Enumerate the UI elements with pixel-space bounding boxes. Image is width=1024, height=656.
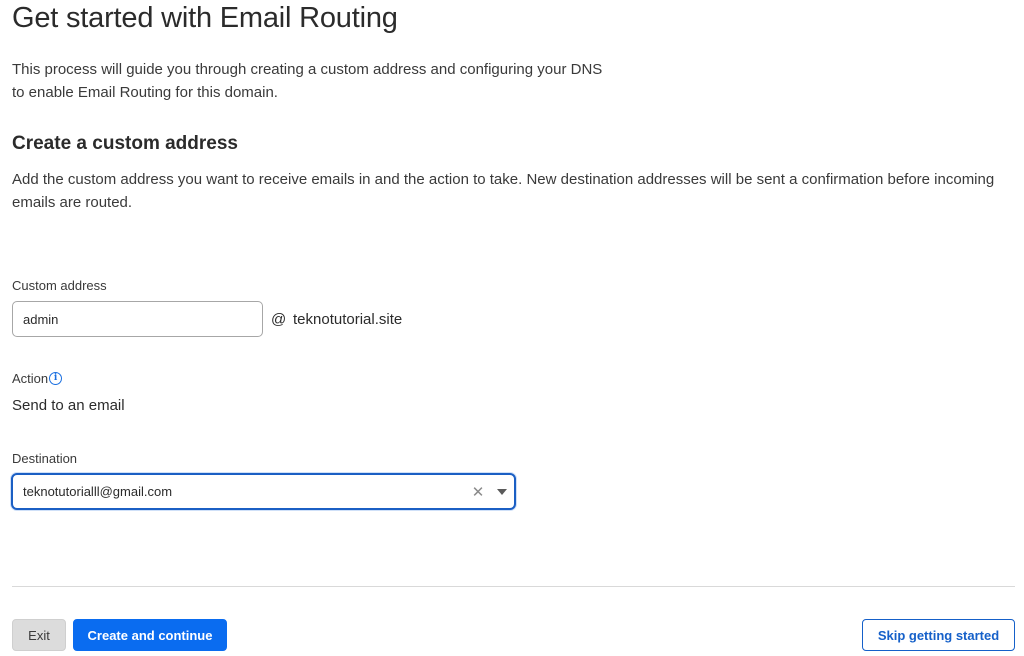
caret-down-icon[interactable] xyxy=(490,475,514,508)
action-label: Action xyxy=(12,371,49,386)
intro-text: This process will guide you through crea… xyxy=(12,58,712,104)
at-sign: @ xyxy=(271,311,287,328)
exit-button[interactable]: Exit xyxy=(12,619,66,651)
close-icon[interactable]: ✕ xyxy=(466,475,490,508)
destination-select[interactable]: teknotutorialll@gmail.com ✕ xyxy=(11,473,516,510)
section-heading: Create a custom address xyxy=(12,133,238,154)
info-icon[interactable]: i xyxy=(49,372,63,385)
intro-line-2: to enable Email Routing for this domain. xyxy=(12,84,278,101)
custom-address-input[interactable] xyxy=(12,301,263,337)
create-and-continue-button[interactable]: Create and continue xyxy=(73,619,227,651)
section-description: Add the custom address you want to recei… xyxy=(12,171,995,211)
skip-getting-started-button[interactable]: Skip getting started xyxy=(862,619,1015,651)
destination-selected-value: teknotutorialll@gmail.com xyxy=(23,484,173,499)
action-label-row: Action i xyxy=(12,371,63,386)
destination-label: Destination xyxy=(12,451,78,466)
action-value: Send to an email xyxy=(12,397,125,414)
email-routing-setup-page: Get started with Email Routing This proc… xyxy=(0,0,1024,656)
footer-divider xyxy=(12,586,1015,587)
intro-line-1: This process will guide you through crea… xyxy=(12,61,603,78)
page-title: Get started with Email Routing xyxy=(12,2,398,34)
custom-address-label: Custom address xyxy=(12,278,107,293)
domain-name: teknotutorial.site xyxy=(293,311,403,328)
